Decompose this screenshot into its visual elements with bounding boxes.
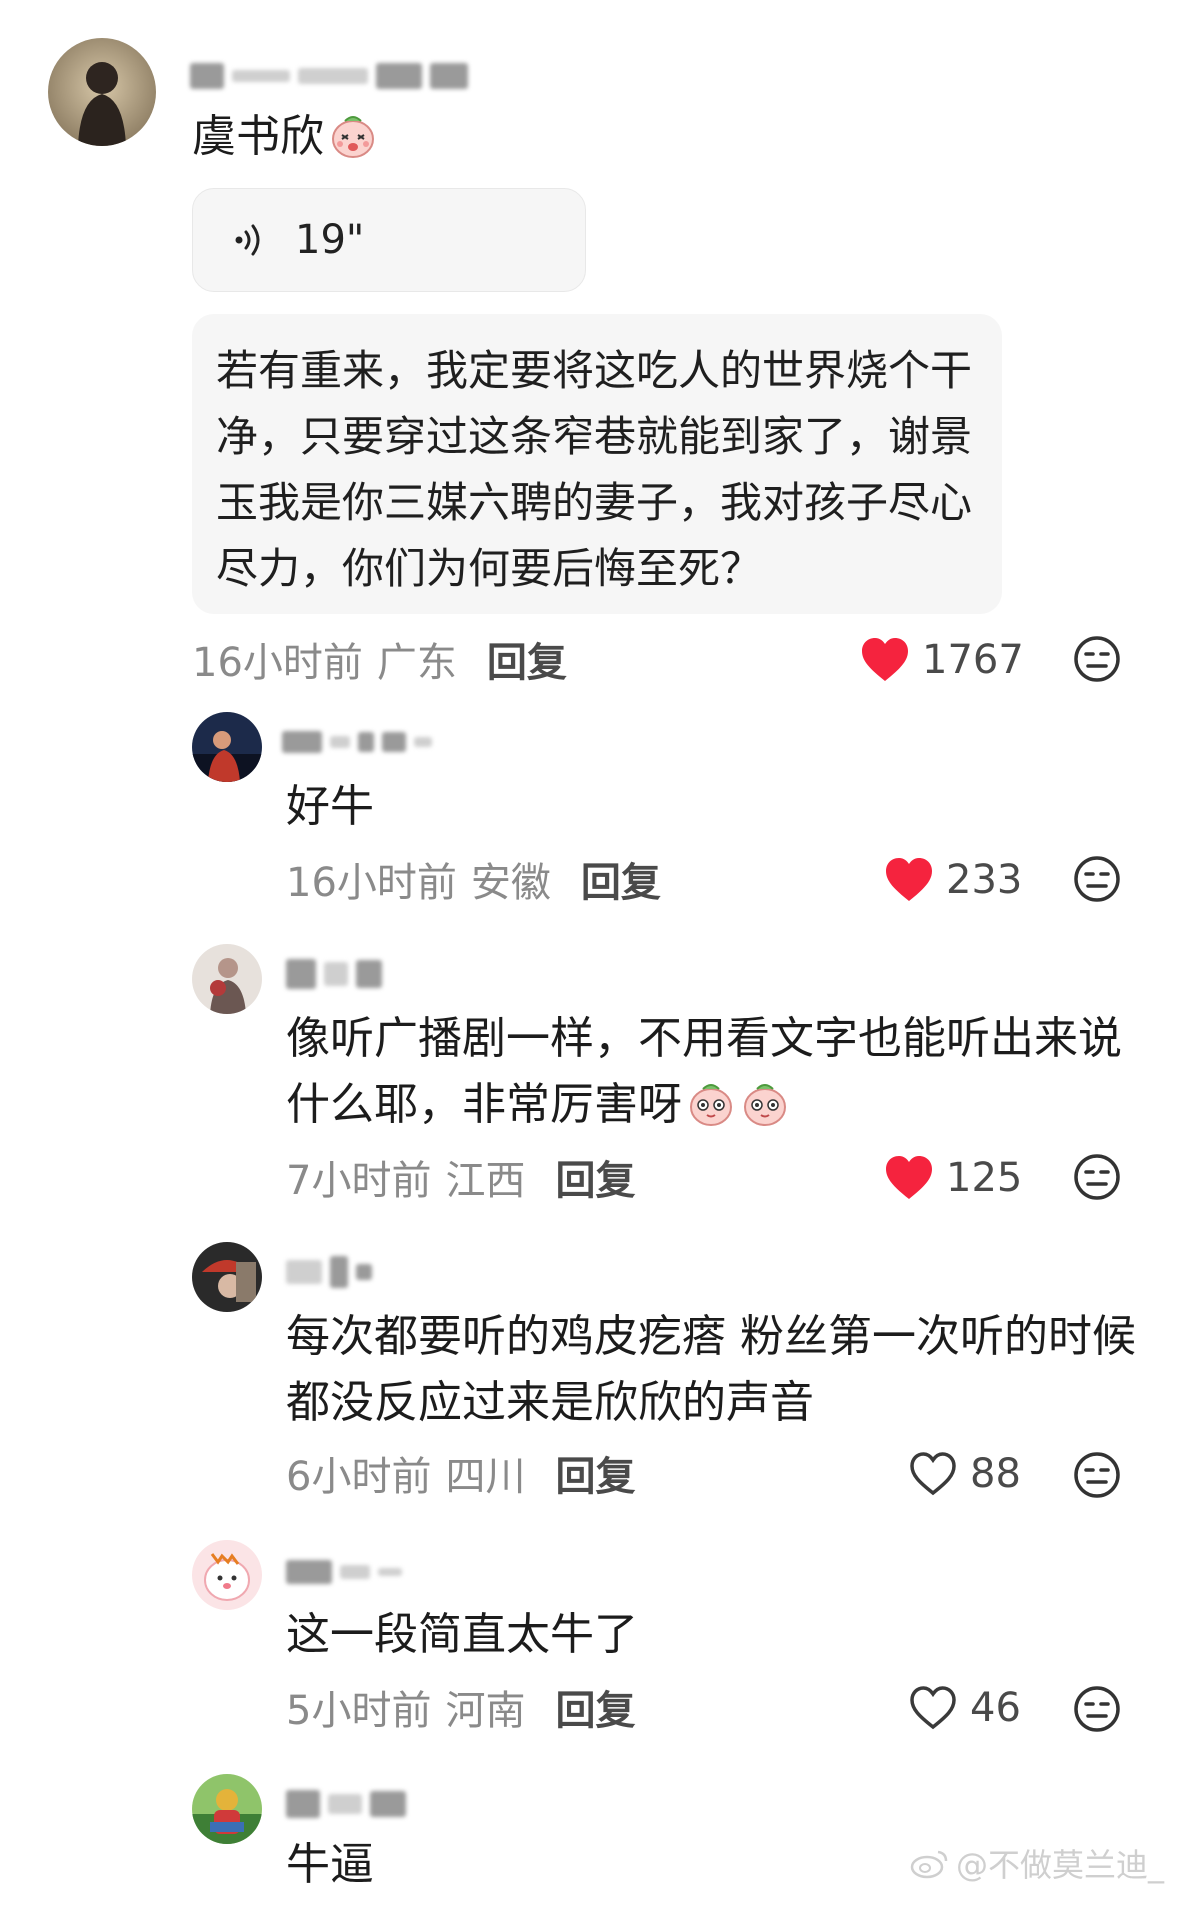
like-count: 88 (970, 1451, 1021, 1497)
reply-button[interactable]: 回复 (555, 1444, 635, 1502)
comment-line: 都没反应过来是欣欣的声音 (286, 1377, 814, 1428)
comment-time: 5小时前 (286, 1688, 432, 1734)
like-count: 46 (970, 1685, 1021, 1731)
username-blurred[interactable] (286, 1552, 402, 1592)
comment-location: 河南 (445, 1688, 526, 1734)
comment-time: 16小时前 (286, 860, 457, 906)
like-button[interactable]: 88 (908, 1446, 1021, 1502)
transcript-line: 玉我是你三媒六聘的妻子，我对孩子尽心 (216, 478, 973, 527)
username-blurred[interactable] (286, 954, 382, 994)
comment-line: 什么耶，非常厉害呀 (286, 1079, 682, 1130)
comment-meta: 7小时前 江西 回复 (286, 1152, 635, 1204)
comment-text-content: 虞书欣 (192, 111, 324, 162)
cute-face-emoji-icon (686, 1079, 736, 1129)
comment-text: 像听广播剧一样，不用看文字也能听出来说 什么耶，非常厉害呀 (286, 1006, 1122, 1138)
dislike-face-icon[interactable] (1072, 1684, 1122, 1734)
transcript-line: 若有重来，我定要将这吃人的世界烧个干 (216, 346, 973, 395)
weibo-icon (910, 1850, 948, 1879)
dislike-face-icon[interactable] (1072, 1152, 1122, 1202)
avatar[interactable] (192, 1540, 262, 1610)
transcript-line: 尽力，你们为何要后悔至死？ (216, 544, 763, 593)
comment-location: 广东 (376, 640, 457, 686)
comment-meta: 16小时前 广东 回复 (192, 634, 567, 686)
comment-time: 6小时前 (286, 1454, 432, 1500)
like-count: 125 (946, 1155, 1023, 1201)
comment-location: 安徽 (470, 860, 551, 906)
like-button[interactable]: 46 (908, 1680, 1021, 1736)
heart-icon (910, 1686, 956, 1730)
dislike-face-icon[interactable] (1072, 634, 1122, 684)
comment-meta: 16小时前 安徽 回复 (286, 854, 661, 906)
avatar[interactable] (192, 1242, 262, 1312)
heart-icon (910, 1452, 956, 1496)
shy-emoji-icon (328, 111, 378, 161)
comment-time: 16小时前 (192, 640, 363, 686)
username-blurred[interactable] (286, 1252, 372, 1292)
like-button[interactable]: 125 (884, 1150, 1022, 1206)
comment-meta: 5小时前 河南 回复 (286, 1682, 635, 1734)
comment-meta: 6小时前 四川 回复 (286, 1448, 635, 1500)
like-count: 233 (946, 857, 1023, 903)
like-count: 1767 (922, 637, 1024, 683)
voice-duration: 19" (295, 217, 365, 263)
like-button[interactable]: 1767 (860, 632, 1024, 688)
voice-icon (235, 224, 260, 256)
comment-text: 虞书欣 (192, 104, 378, 170)
comment-location: 四川 (445, 1454, 526, 1500)
dislike-face-icon[interactable] (1072, 1450, 1122, 1500)
comment-text: 好牛 (286, 781, 374, 832)
comment-line: 每次都要听的鸡皮疙瘩 粉丝第一次听的时候 (286, 1311, 1136, 1362)
reply-button[interactable]: 回复 (555, 1148, 635, 1206)
avatar[interactable] (192, 944, 262, 1014)
comment-location: 江西 (445, 1158, 526, 1204)
username-blurred[interactable] (190, 56, 468, 96)
comment-text: 牛逼 (286, 1839, 374, 1890)
comment-time: 7小时前 (286, 1158, 432, 1204)
username-blurred[interactable] (282, 722, 432, 762)
heart-icon (862, 638, 908, 681)
reply-button[interactable]: 回复 (487, 630, 567, 688)
heart-icon (886, 858, 932, 901)
comment-line: 像听广播剧一样，不用看文字也能听出来说 (286, 1013, 1122, 1064)
comment-text: 每次都要听的鸡皮疙瘩 粉丝第一次听的时候 都没反应过来是欣欣的声音 (286, 1304, 1136, 1436)
reply-button[interactable]: 回复 (555, 1678, 635, 1736)
watermark-text: @不做莫兰迪_ (956, 1846, 1165, 1884)
watermark: @不做莫兰迪_ (910, 1840, 1164, 1886)
voice-message[interactable]: 19" (192, 188, 586, 292)
transcript-line: 净，只要穿过这条窄巷就能到家了，谢景 (216, 412, 973, 461)
reply-button[interactable]: 回复 (581, 850, 661, 908)
comment-list: 虞书欣 19" 若有重来，我定要将这吃人的世界烧个干 净，只要穿过这条窄巷就能到… (0, 0, 1179, 1905)
voice-transcript: 若有重来，我定要将这吃人的世界烧个干 净，只要穿过这条窄巷就能到家了，谢景 玉我… (192, 314, 1002, 614)
cute-face-emoji-icon (740, 1079, 790, 1129)
avatar[interactable] (48, 38, 156, 146)
heart-icon (886, 1156, 932, 1199)
comment-text: 这一段简直太牛了 (286, 1609, 638, 1660)
username-blurred[interactable] (286, 1784, 406, 1824)
dislike-face-icon[interactable] (1072, 854, 1122, 904)
avatar[interactable] (192, 712, 262, 782)
like-button[interactable]: 233 (884, 852, 1022, 908)
